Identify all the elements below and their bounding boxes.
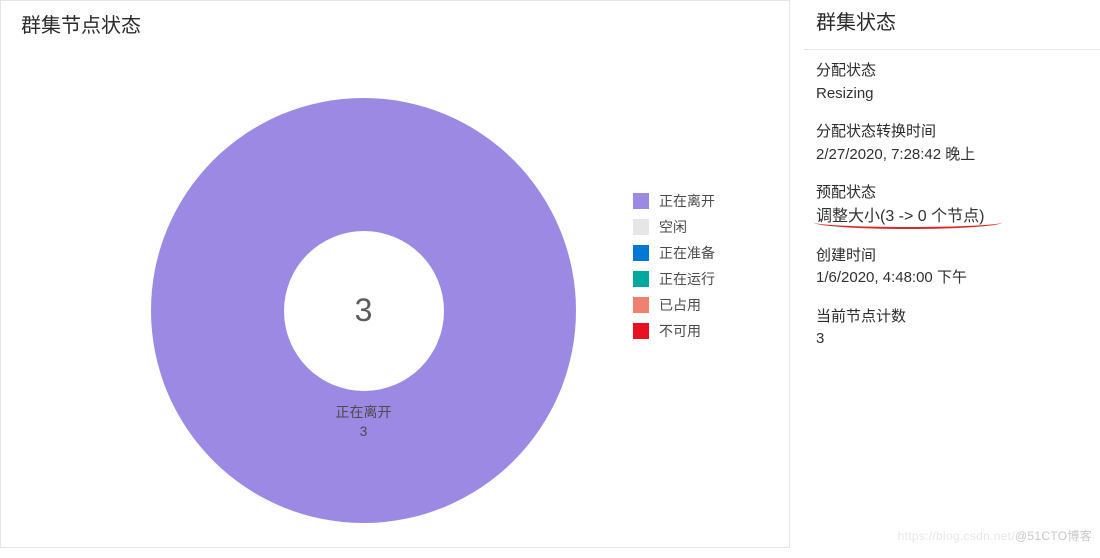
legend-label: 正在离开 [659,191,715,211]
legend-swatch-icon [633,219,649,235]
donut-hole: 3 [284,231,444,391]
cluster-node-status-panel: 群集节点状态 3 正在离开 3 正在离开 空闲 [0,0,790,548]
kv-key: 分配状态 [816,60,1086,83]
kv-value: 2/27/2020, 7:28:42 晚上 [816,144,1086,167]
kv-provisioning-state: 预配状态 调整大小(3 -> 0 个节点) [816,182,1086,229]
legend-label: 正在运行 [659,269,715,289]
legend-swatch-icon [633,245,649,261]
kv-created-time: 创建时间 1/6/2020, 4:48:00 下午 [816,245,1086,290]
legend-item[interactable]: 正在离开 [633,188,715,214]
legend-item[interactable]: 已占用 [633,292,715,318]
cluster-status-panel: 群集状态 分配状态 Resizing 分配状态转换时间 2/27/2020, 7… [804,0,1100,548]
kv-key: 分配状态转换时间 [816,121,1086,144]
legend-swatch-icon [633,323,649,339]
kv-value-annotated: 调整大小(3 -> 0 个节点) [816,208,984,225]
legend-label: 不可用 [659,321,701,341]
legend-item[interactable]: 正在准备 [633,240,715,266]
kv-value: 1/6/2020, 4:48:00 下午 [816,267,1086,290]
divider [804,49,1100,50]
legend-swatch-icon [633,297,649,313]
legend-item[interactable]: 空闲 [633,214,715,240]
donut-chart: 3 正在离开 3 正在离开 空闲 正在准备 [21,78,769,558]
kv-value: Resizing [816,83,1086,106]
status-list: 分配状态 Resizing 分配状态转换时间 2/27/2020, 7:28:4… [816,60,1086,351]
kv-allocation-state: 分配状态 Resizing [816,60,1086,105]
legend-label: 空闲 [659,217,687,237]
kv-key: 当前节点计数 [816,306,1086,329]
donut-center-value: 3 [355,292,373,329]
legend-item[interactable]: 不可用 [633,318,715,344]
legend-item[interactable]: 正在运行 [633,266,715,292]
kv-value: 3 [816,328,1086,351]
donut: 3 正在离开 3 [151,98,576,523]
cluster-status-title: 群集状态 [816,6,1086,39]
kv-key: 预配状态 [816,182,1086,205]
legend: 正在离开 空闲 正在准备 正在运行 已占用 [633,188,715,344]
kv-current-node-count: 当前节点计数 3 [816,306,1086,351]
legend-label: 已占用 [659,295,701,315]
legend-swatch-icon [633,271,649,287]
cluster-node-status-title: 群集节点状态 [21,9,769,38]
kv-key: 创建时间 [816,245,1086,268]
kv-allocation-transition-time: 分配状态转换时间 2/27/2020, 7:28:42 晚上 [816,121,1086,166]
legend-swatch-icon [633,193,649,209]
legend-label: 正在准备 [659,243,715,263]
